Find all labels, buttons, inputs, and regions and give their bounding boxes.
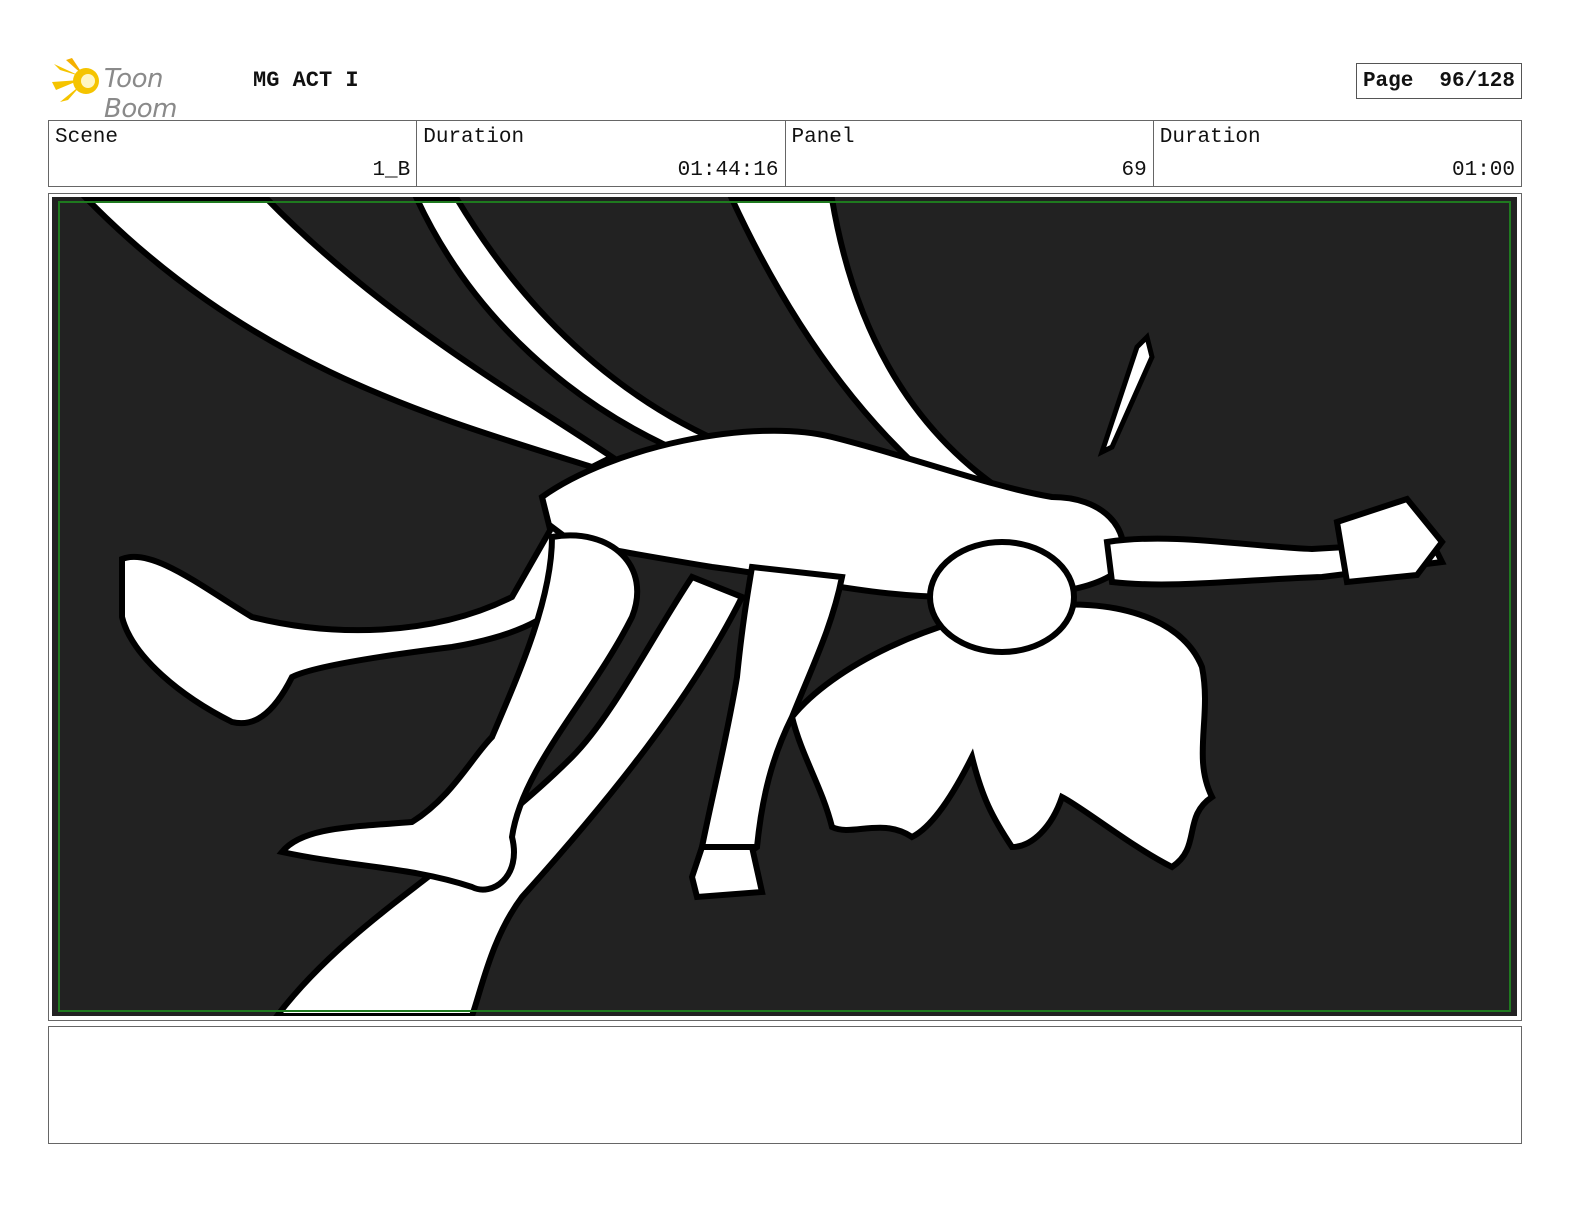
panel-duration-value: 01:00 (1451, 159, 1515, 182)
scene-duration-value: 01:44:16 (677, 159, 779, 182)
scene-duration-cell: Duration 01:44:16 (417, 121, 786, 186)
scene-cell: Scene 1_B (49, 121, 418, 186)
panel-duration-cell: Duration 01:00 (1154, 121, 1521, 186)
page-header: Toon Boom MG ACT I Page 96/128 (50, 56, 1532, 124)
project-title: MG ACT I (253, 68, 359, 93)
panel-duration-label: Duration (1159, 126, 1261, 149)
panel-drawing (52, 197, 1517, 1016)
toon-boom-logo: Toon Boom (50, 56, 240, 124)
toon-boom-starburst-icon (52, 58, 99, 102)
scene-value: 1_B (372, 159, 411, 182)
panel-label: Panel (791, 126, 855, 149)
storyboard-panel (48, 193, 1522, 1021)
page-number: 96/128 (1439, 69, 1515, 93)
logo-text: Toon Boom (104, 64, 177, 124)
panel-notes (48, 1026, 1522, 1144)
page-label: Page (1362, 69, 1414, 93)
panel-value: 69 (1121, 159, 1147, 182)
panel-info-row: Scene 1_B Duration 01:44:16 Panel 69 Dur… (48, 120, 1522, 187)
scene-label: Scene (55, 126, 119, 149)
panel-cell: Panel 69 (786, 121, 1154, 186)
page-indicator: Page 96/128 (1355, 63, 1522, 99)
scene-duration-label: Duration (423, 126, 525, 149)
